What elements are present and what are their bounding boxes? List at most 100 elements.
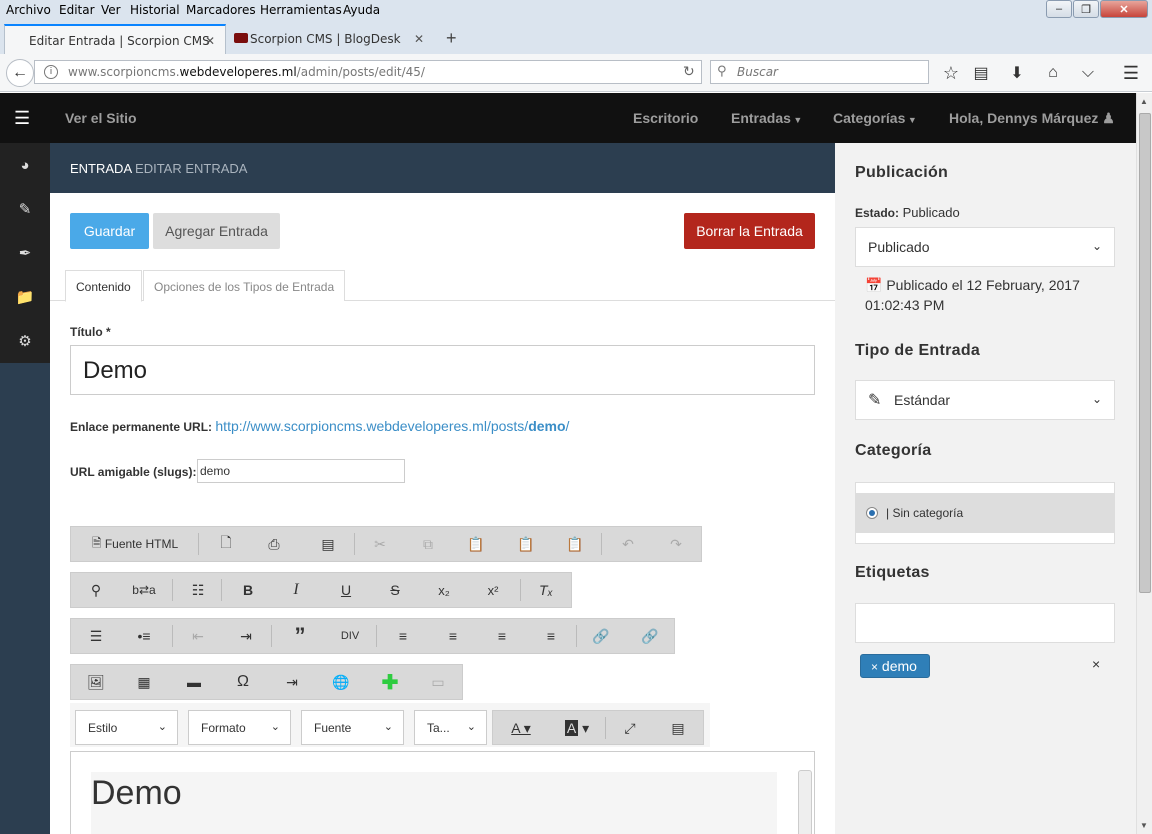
bulleted-list-icon[interactable]: •≡ bbox=[127, 619, 161, 653]
folder-icon[interactable]: 📁 bbox=[0, 275, 50, 319]
text-color-icon[interactable]: A ▾ bbox=[497, 711, 545, 745]
sidebar-toggle-icon[interactable]: ☰ bbox=[14, 108, 30, 129]
menu-ayuda[interactable]: Ayuda bbox=[343, 3, 380, 17]
show-blocks-icon[interactable]: ▤ bbox=[661, 711, 695, 745]
page-scrollbar[interactable]: ▲ ▼ bbox=[1136, 93, 1152, 834]
select-all-icon[interactable]: ☷ bbox=[181, 573, 215, 607]
close-window-button[interactable]: ✕ bbox=[1100, 0, 1148, 18]
home-icon[interactable]: ⌂ bbox=[1042, 62, 1064, 84]
page-break-icon[interactable]: ⇥ bbox=[275, 665, 309, 699]
style-select[interactable]: Estilo ⌄ bbox=[75, 710, 178, 745]
edit-icon[interactable]: ✎ bbox=[0, 187, 50, 231]
paste-icon[interactable]: 📋 bbox=[459, 527, 493, 561]
editor-content-area[interactable]: Demo bbox=[70, 751, 815, 834]
menu-archivo[interactable]: Archivo bbox=[6, 3, 51, 17]
source-html-button[interactable]: 🗎 Fuente HTML bbox=[79, 527, 191, 561]
tab-opciones[interactable]: Opciones de los Tipos de Entrada bbox=[143, 270, 346, 301]
editor-scrollbar[interactable] bbox=[798, 770, 812, 834]
replace-icon[interactable]: b⇄a bbox=[127, 573, 161, 607]
view-site-link[interactable]: Ver el Sitio bbox=[65, 110, 137, 126]
pocket-icon[interactable]: ⌵ bbox=[1077, 62, 1099, 84]
menu-herramientas[interactable]: Herramientas bbox=[260, 3, 342, 17]
iframe-icon[interactable]: 🌐 bbox=[324, 665, 358, 699]
superscript-icon[interactable]: x² bbox=[476, 573, 510, 607]
templates-icon[interactable]: ▤ bbox=[311, 527, 345, 561]
menu-ver[interactable]: Ver bbox=[101, 3, 121, 17]
back-button[interactable]: ← bbox=[6, 59, 34, 87]
italic-icon[interactable]: I bbox=[279, 573, 313, 607]
plugin-add-icon[interactable]: ✚ bbox=[373, 665, 407, 699]
tags-input[interactable] bbox=[855, 603, 1115, 643]
tab-close-icon[interactable]: ✕ bbox=[414, 32, 424, 46]
blockquote-icon[interactable]: ” bbox=[283, 619, 317, 653]
size-select[interactable]: Ta... ⌄ bbox=[414, 710, 487, 745]
table-icon[interactable]: ▦ bbox=[127, 665, 161, 699]
tag-chip[interactable]: × demo bbox=[860, 654, 930, 678]
search-input[interactable]: ⚲ Buscar bbox=[710, 60, 929, 84]
radio-icon[interactable] bbox=[866, 507, 878, 519]
menu-editar[interactable]: Editar bbox=[59, 3, 95, 17]
add-post-button[interactable]: Agregar Entrada bbox=[153, 213, 280, 249]
nav-categorias[interactable]: Categorías ▼ bbox=[833, 110, 917, 126]
scroll-up-icon[interactable]: ▲ bbox=[1140, 97, 1148, 106]
restore-button[interactable]: ❐ bbox=[1073, 0, 1099, 18]
nav-entradas[interactable]: Entradas ▼ bbox=[731, 110, 802, 126]
paste-text-icon[interactable]: 📋 bbox=[509, 527, 543, 561]
gear-icon[interactable]: ⚙ bbox=[0, 319, 50, 363]
browser-tab[interactable]: Scorpion CMS | BlogDesk ✕ bbox=[226, 24, 436, 54]
align-left-icon[interactable]: ≡ bbox=[386, 619, 420, 653]
info-icon[interactable]: i bbox=[44, 65, 58, 79]
post-type-select[interactable]: ✎ Estándar ⌄ bbox=[855, 380, 1115, 420]
numbered-list-icon[interactable]: ☰ bbox=[79, 619, 113, 653]
font-select[interactable]: Fuente ⌄ bbox=[301, 710, 404, 745]
justify-icon[interactable]: ≡ bbox=[534, 619, 568, 653]
nav-user[interactable]: Hola, Dennys Márquez ♟ bbox=[949, 110, 1115, 127]
hamburger-menu-icon[interactable]: ☰ bbox=[1120, 62, 1142, 84]
align-right-icon[interactable]: ≡ bbox=[485, 619, 519, 653]
copy-icon[interactable]: ⧉ bbox=[411, 527, 445, 561]
redo-icon[interactable]: ↷ bbox=[659, 527, 693, 561]
tab-contenido[interactable]: Contenido bbox=[65, 270, 142, 302]
cut-icon[interactable]: ✂ bbox=[363, 527, 397, 561]
link-icon[interactable]: 🔗 bbox=[584, 619, 618, 653]
outdent-icon[interactable]: ⇤ bbox=[181, 619, 215, 653]
horizontal-rule-icon[interactable]: ▬ bbox=[177, 665, 211, 699]
bg-color-icon[interactable]: A ▾ bbox=[553, 711, 601, 745]
tag-remove-icon[interactable]: × bbox=[871, 660, 878, 674]
subscript-icon[interactable]: x₂ bbox=[427, 573, 461, 607]
permalink-link[interactable]: http://www.scorpioncms.webdeveloperes.ml… bbox=[215, 418, 569, 434]
format-select[interactable]: Formato ⌄ bbox=[188, 710, 291, 745]
underline-icon[interactable]: U bbox=[329, 573, 363, 607]
div-container-icon[interactable]: DIV bbox=[333, 619, 367, 653]
scrollbar-thumb[interactable] bbox=[1139, 113, 1151, 593]
menu-marcadores[interactable]: Marcadores bbox=[186, 3, 256, 17]
title-input[interactable]: Demo bbox=[70, 345, 815, 395]
image-icon[interactable]: 🖼 bbox=[79, 665, 113, 699]
remove-format-icon[interactable]: Tₓ bbox=[529, 573, 563, 607]
bookmark-star-icon[interactable]: ☆ bbox=[940, 62, 962, 84]
align-center-icon[interactable]: ≡ bbox=[436, 619, 470, 653]
browser-tab-active[interactable]: Editar Entrada | Scorpion CMS ✕ bbox=[4, 24, 226, 54]
scroll-down-icon[interactable]: ▼ bbox=[1140, 821, 1148, 830]
category-item[interactable]: | Sin categoría bbox=[856, 493, 1114, 533]
undo-icon[interactable]: ↶ bbox=[611, 527, 645, 561]
print-icon[interactable]: ⎙ bbox=[257, 527, 291, 561]
download-icon[interactable]: ⬇ bbox=[1006, 62, 1028, 84]
reading-list-icon[interactable]: ▤ bbox=[970, 62, 992, 84]
strikethrough-icon[interactable]: S bbox=[378, 573, 412, 607]
unlink-icon[interactable]: 🔗 bbox=[633, 619, 667, 653]
tab-close-icon[interactable]: ✕ bbox=[205, 34, 215, 48]
status-select[interactable]: Publicado ⌄ bbox=[855, 227, 1115, 267]
dashboard-icon[interactable]: ◕ bbox=[0, 143, 50, 187]
nav-escritorio[interactable]: Escritorio bbox=[633, 110, 698, 126]
slug-input[interactable]: demo bbox=[197, 459, 405, 483]
menu-historial[interactable]: Historial bbox=[130, 3, 180, 17]
find-icon[interactable]: ⚲ bbox=[79, 573, 113, 607]
brush-icon[interactable]: ✒ bbox=[0, 231, 50, 275]
bold-icon[interactable]: B bbox=[231, 573, 265, 607]
new-page-icon[interactable]: 🗋 bbox=[209, 527, 243, 561]
save-button[interactable]: Guardar bbox=[70, 213, 149, 249]
indent-icon[interactable]: ⇥ bbox=[229, 619, 263, 653]
tags-clear-icon[interactable]: × bbox=[1092, 656, 1100, 672]
minimize-button[interactable]: – bbox=[1046, 0, 1072, 18]
